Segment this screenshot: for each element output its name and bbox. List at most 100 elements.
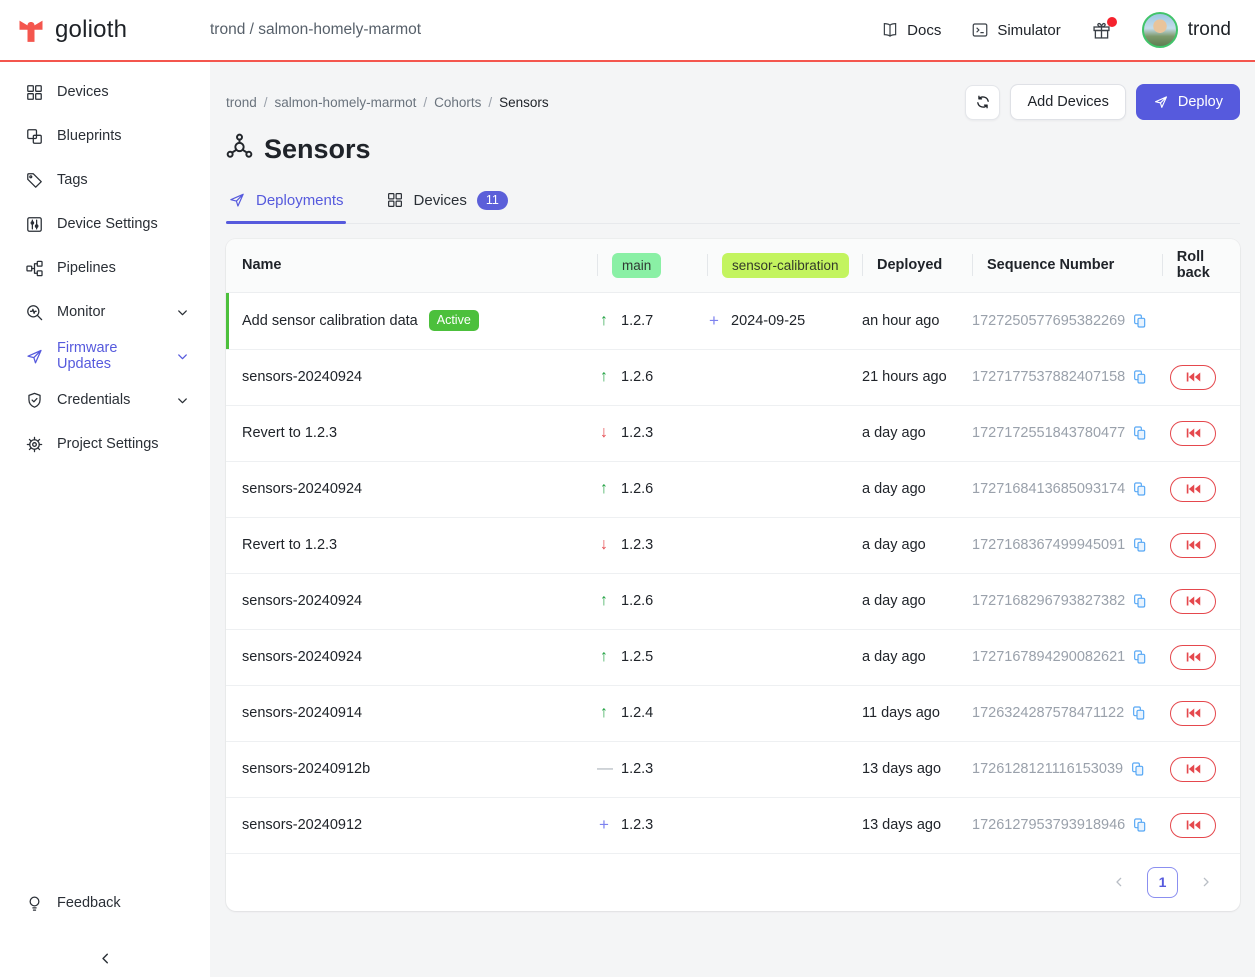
rollback-button[interactable] [1170, 365, 1216, 390]
rewind-icon [1186, 764, 1201, 774]
copy-button[interactable] [1132, 369, 1148, 385]
main-version: 1.2.6 [621, 481, 653, 497]
user-menu[interactable]: trond [1142, 12, 1231, 48]
deployed-ago: 13 days ago [862, 761, 972, 777]
sidebar-item-monitor[interactable]: Monitor [0, 290, 210, 334]
sidebar-item-firmware-updates[interactable]: Firmware Updates [0, 334, 210, 378]
add-devices-button[interactable]: Add Devices [1010, 84, 1125, 120]
rewind-icon [1186, 484, 1201, 494]
rewind-icon [1186, 540, 1201, 550]
deployments-table: Name main sensor-calibration Deployed Se… [226, 239, 1240, 911]
rollback-button[interactable] [1170, 589, 1216, 614]
page-number-button[interactable]: 1 [1147, 867, 1178, 898]
sidebar-collapse-button[interactable] [0, 950, 210, 967]
version-direction-icon: ↑ [597, 368, 611, 386]
deployment-name: sensors-20240924 [242, 369, 362, 385]
copy-button[interactable] [1132, 817, 1148, 833]
feedback-button[interactable]: Feedback [0, 881, 210, 925]
column-main: main [597, 239, 707, 292]
deployed-ago: 11 days ago [862, 705, 972, 721]
tag-icon [25, 171, 44, 190]
tab-deployments[interactable]: Deployments [226, 189, 346, 223]
rollback-button[interactable] [1170, 813, 1216, 838]
monitor-icon [25, 303, 44, 322]
copy-icon [1132, 817, 1148, 833]
tab-devices[interactable]: Devices 11 [384, 189, 510, 223]
copy-button[interactable] [1132, 593, 1148, 609]
main-version-cell: + 1.2.3 [597, 815, 707, 835]
table-row: Revert to 1.2.3 ↓ 1.2.3 a day ago 172717… [226, 405, 1240, 461]
deployed-ago: a day ago [862, 425, 972, 441]
rewind-icon [1186, 372, 1201, 382]
page-title: Sensors [264, 134, 371, 165]
grid-icon [386, 191, 404, 209]
rollback-button[interactable] [1170, 533, 1216, 558]
sidebar-item-project-settings[interactable]: Project Settings [0, 422, 210, 466]
project-breadcrumb[interactable]: trond / salmon-homely-marmot [210, 21, 421, 39]
main-version: 1.2.6 [621, 593, 653, 609]
gear-icon [25, 435, 44, 454]
deployment-name: sensors-20240912b [242, 761, 370, 777]
golioth-logo[interactable]: golioth [16, 15, 210, 45]
rollback-button[interactable] [1170, 645, 1216, 670]
rewind-icon [1186, 652, 1201, 662]
grid-icon [25, 83, 44, 102]
version-direction-icon: + [597, 815, 611, 835]
sidebar-item-device-settings[interactable]: Device Settings [0, 202, 210, 246]
whats-new-button[interactable] [1091, 20, 1112, 41]
main-version-cell: ↑ 1.2.6 [597, 592, 707, 610]
sidebar: DevicesBlueprintsTagsDevice SettingsPipe… [0, 62, 210, 977]
rollback-button[interactable] [1170, 701, 1216, 726]
sidebar-item-credentials[interactable]: Credentials [0, 378, 210, 422]
main-version-cell: ↑ 1.2.5 [597, 648, 707, 666]
deployment-name: sensors-20240914 [242, 705, 362, 721]
copy-button[interactable] [1132, 425, 1148, 441]
main-version: 1.2.3 [621, 425, 653, 441]
app-header: golioth trond / salmon-homely-marmot Doc… [0, 0, 1255, 62]
previous-page-button[interactable] [1111, 874, 1127, 890]
version-direction-icon: ↑ [597, 704, 611, 722]
docs-link[interactable]: Docs [881, 21, 941, 39]
rollback-button[interactable] [1170, 477, 1216, 502]
deploy-button[interactable]: Deploy [1136, 84, 1240, 120]
user-name: trond [1188, 19, 1231, 41]
rollback-button[interactable] [1170, 421, 1216, 446]
table-row: sensors-20240912b — 1.2.3 13 days ago 17… [226, 741, 1240, 797]
breadcrumb: trond/ salmon-homely-marmot/ Cohorts/ Se… [226, 95, 549, 110]
sequence-number: 1727172551843780477 [972, 425, 1125, 441]
main-version: 1.2.3 [621, 761, 653, 777]
copy-button[interactable] [1132, 649, 1148, 665]
copy-icon [1132, 481, 1148, 497]
deployed-ago: a day ago [862, 481, 972, 497]
copy-button[interactable] [1131, 705, 1147, 721]
devices-count-badge: 11 [477, 191, 508, 210]
copy-button[interactable] [1130, 761, 1146, 777]
copy-button[interactable] [1132, 481, 1148, 497]
column-sensor-calibration: sensor-calibration [707, 239, 862, 292]
simulator-link[interactable]: Simulator [971, 21, 1060, 39]
sidebar-item-tags[interactable]: Tags [0, 158, 210, 202]
main-version-cell: — 1.2.3 [597, 760, 707, 778]
main-version-cell: ↑ 1.2.7 [597, 312, 707, 330]
lightbulb-icon [25, 894, 44, 913]
main-content: trond/ salmon-homely-marmot/ Cohorts/ Se… [210, 62, 1255, 977]
sidebar-item-devices[interactable]: Devices [0, 70, 210, 114]
notification-dot [1107, 17, 1117, 27]
sidebar-item-blueprints[interactable]: Blueprints [0, 114, 210, 158]
calibration-version: 2024-09-25 [731, 313, 805, 329]
sidebar-item-pipelines[interactable]: Pipelines [0, 246, 210, 290]
breadcrumb-project[interactable]: trond [226, 95, 257, 110]
chevron-down-icon [175, 349, 190, 364]
copy-button[interactable] [1132, 537, 1148, 553]
sequence-number: 1727168367499945091 [972, 537, 1125, 553]
breadcrumb-fleet[interactable]: salmon-homely-marmot [275, 95, 417, 110]
refresh-button[interactable] [965, 85, 1000, 120]
table-row: sensors-20240912 + 1.2.3 13 days ago 172… [226, 797, 1240, 853]
main-version: 1.2.6 [621, 369, 653, 385]
rollback-button[interactable] [1170, 757, 1216, 782]
breadcrumb-cohorts[interactable]: Cohorts [434, 95, 481, 110]
copy-button[interactable] [1132, 313, 1148, 329]
deployments-rows: Add sensor calibration data Active ↑ 1.2… [226, 293, 1240, 853]
rewind-icon [1186, 820, 1201, 830]
next-page-button[interactable] [1198, 874, 1214, 890]
